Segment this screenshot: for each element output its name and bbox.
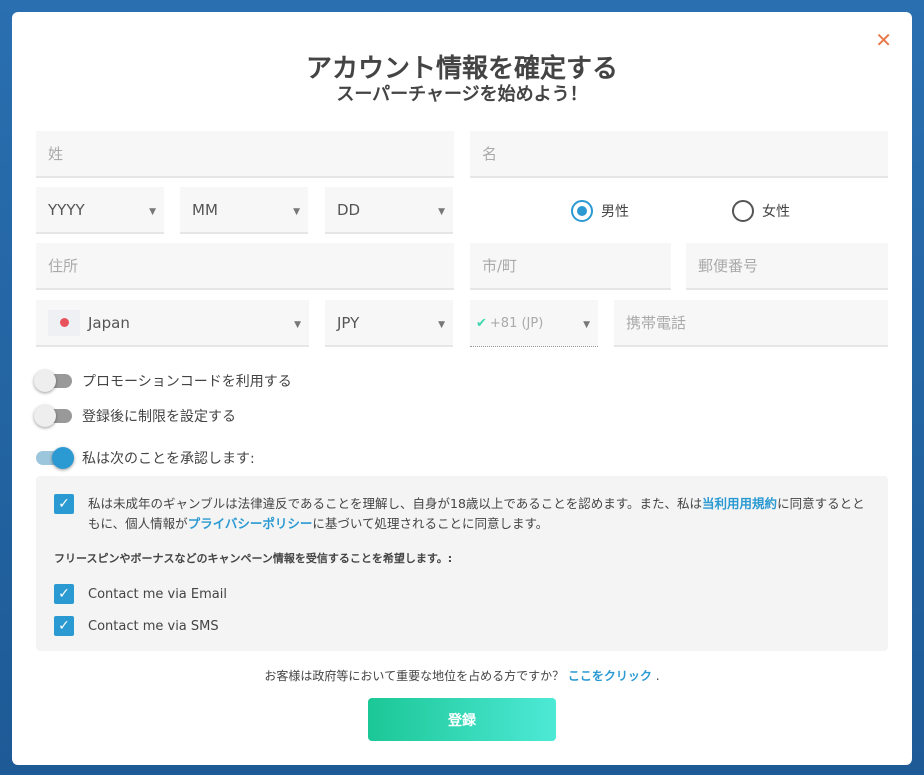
gender-male-radio[interactable]: 男性 [571, 200, 629, 222]
chevron-down-icon: ▼ [294, 320, 301, 330]
country-select[interactable]: Japan ▼ [36, 300, 309, 347]
year-select[interactable]: YYYY ▼ [36, 187, 164, 234]
toggle-switch[interactable] [36, 447, 74, 469]
chevron-down-icon: ▼ [438, 320, 445, 330]
set-limits-toggle[interactable]: 登録後に制限を設定する [34, 405, 236, 427]
mobile-input[interactable]: 携帯電話 [614, 300, 888, 347]
phone-code-select[interactable]: ✔ +81 (JP) ▼ [470, 300, 598, 347]
checkbox-checked-icon[interactable]: ✓ [54, 494, 74, 514]
month-select[interactable]: MM ▼ [180, 187, 308, 234]
city-input[interactable]: 市/町 [470, 243, 671, 290]
contact-email-checkbox[interactable]: ✓ Contact me via Email [54, 584, 227, 604]
address-input[interactable]: 住所 [36, 243, 454, 290]
chevron-down-icon: ▼ [583, 320, 590, 330]
consent-panel: ✓ 私は未成年のギャンブルは法律違反であることを理解し、自身が18歳以上であるこ… [36, 476, 888, 651]
last-name-input[interactable]: 姓 [36, 131, 454, 178]
promo-code-toggle[interactable]: プロモーションコードを利用する [34, 370, 292, 392]
day-select[interactable]: DD ▼ [325, 187, 453, 234]
pep-click-link[interactable]: ここをクリック [568, 669, 652, 683]
register-button[interactable]: 登録 [368, 698, 556, 741]
contact-sms-checkbox[interactable]: ✓ Contact me via SMS [54, 616, 219, 636]
checkbox-checked-icon[interactable]: ✓ [54, 616, 74, 636]
age-terms-consent[interactable]: ✓ 私は未成年のギャンブルは法律違反であることを理解し、自身が18歳以上であるこ… [54, 494, 874, 534]
japan-flag-icon [48, 309, 80, 336]
chevron-down-icon: ▼ [293, 207, 300, 217]
modal-subtitle: スーパーチャージを始めよう！ [336, 84, 588, 105]
radio-icon [732, 200, 754, 222]
privacy-policy-link[interactable]: プライバシーポリシー [188, 516, 313, 531]
toggle-switch[interactable] [34, 370, 72, 392]
toggle-switch[interactable] [34, 405, 72, 427]
currency-select[interactable]: JPY ▼ [325, 300, 453, 347]
terms-link[interactable]: 当利用用規約 [702, 496, 777, 511]
radio-selected-icon [571, 200, 593, 222]
checkbox-checked-icon[interactable]: ✓ [54, 584, 74, 604]
accept-toggle[interactable]: 私は次のことを承認します: [36, 447, 255, 469]
chevron-down-icon: ▼ [438, 207, 445, 217]
first-name-input[interactable]: 名 [470, 131, 888, 178]
chevron-down-icon: ▼ [149, 207, 156, 217]
pep-question: お客様は政府等において重要な地位を占める方ですか？ ここをクリック . [264, 669, 660, 683]
registration-modal: ✕ アカウント情報を確定する スーパーチャージを始めよう！ 姓 名 YYYY ▼ … [12, 12, 912, 765]
gender-female-radio[interactable]: 女性 [732, 200, 790, 222]
campaign-label: フリースピンやボーナスなどのキャンペーン情報を受信することを希望します。: [54, 552, 453, 565]
postal-code-input[interactable]: 郵便番号 [686, 243, 888, 290]
check-icon: ✔ [476, 315, 487, 331]
